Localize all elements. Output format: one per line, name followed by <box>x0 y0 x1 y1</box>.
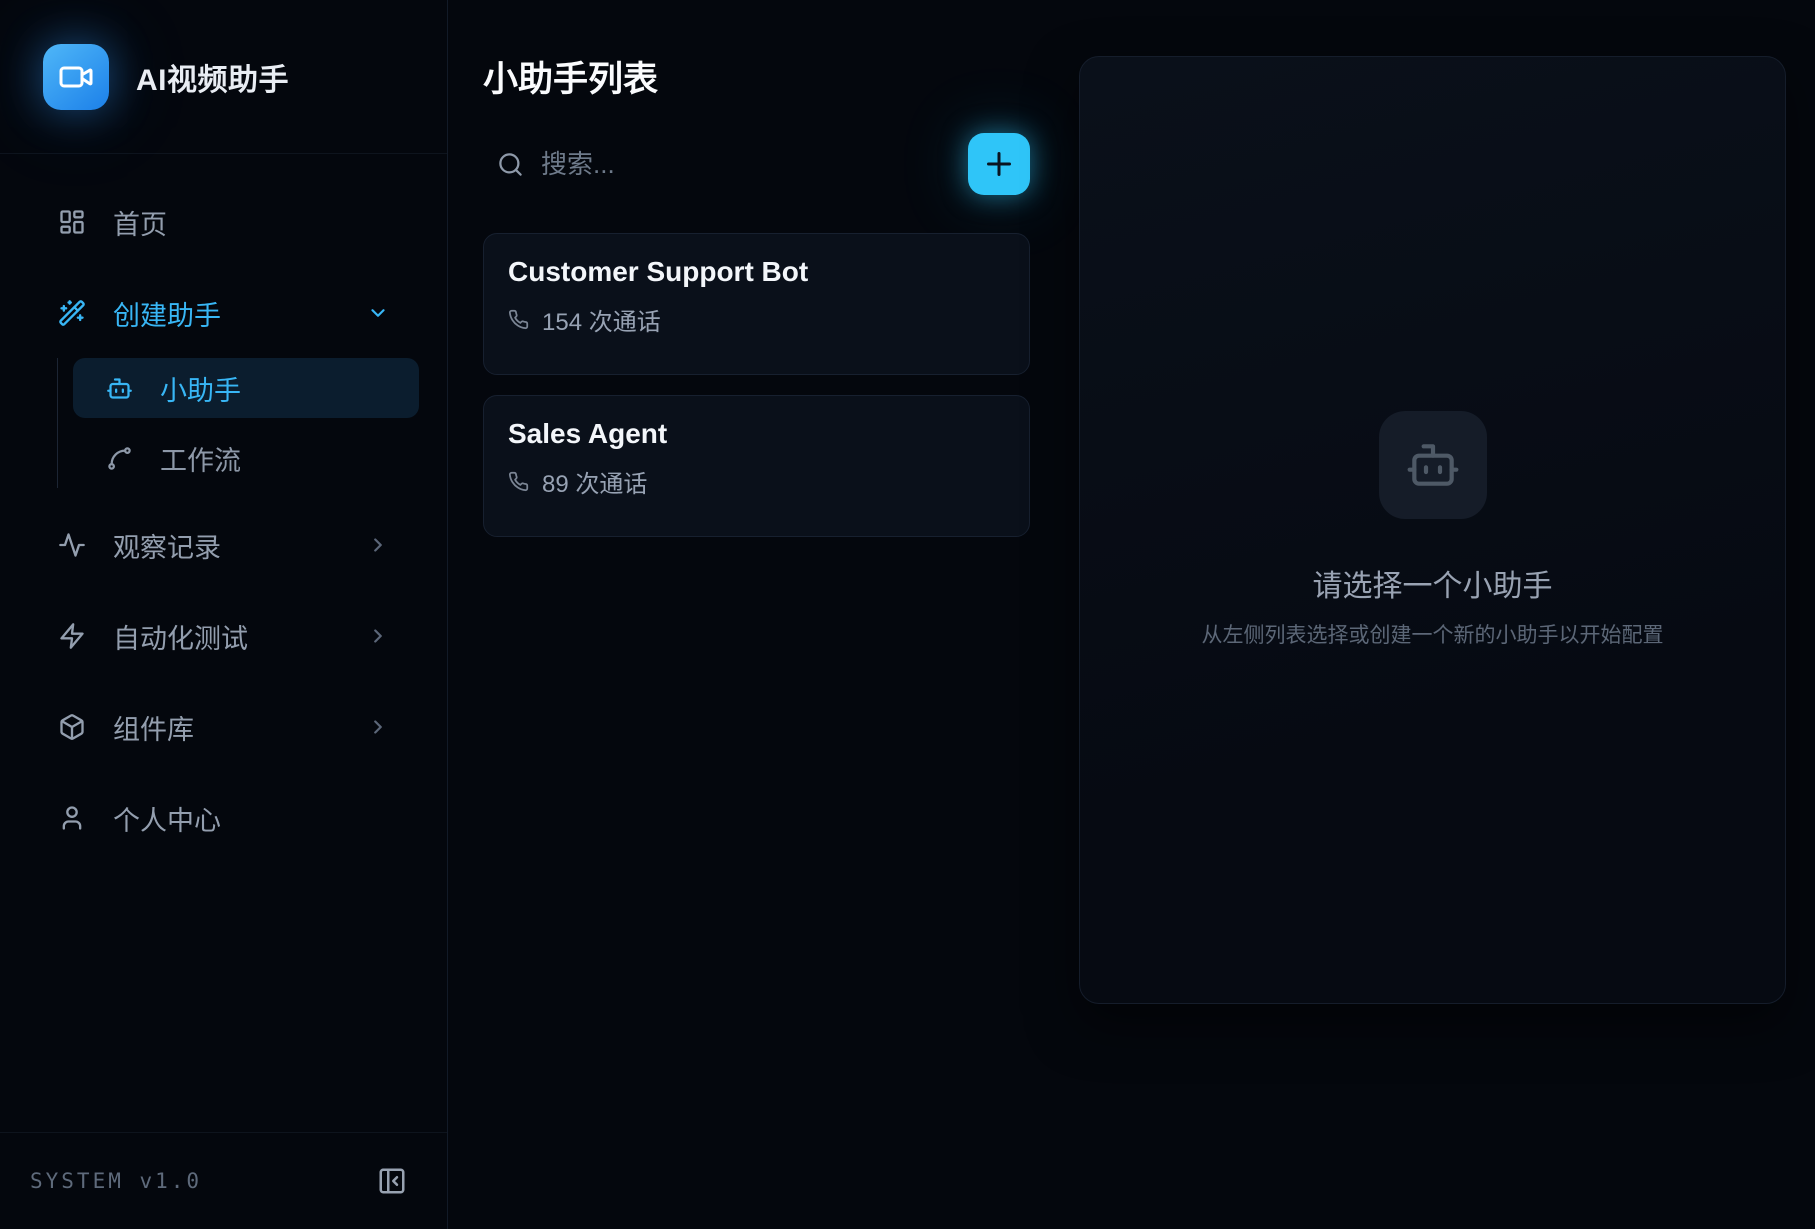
sidebar-item-label: 首页 <box>113 203 167 242</box>
sidebar-item-workflow[interactable]: 工作流 <box>73 428 419 488</box>
assistant-name: Sales Agent <box>508 418 1005 450</box>
empty-state-subtitle: 从左侧列表选择或创建一个新的小助手以开始配置 <box>1202 619 1664 649</box>
sidebar-item-assistants[interactable]: 小助手 <box>73 358 419 418</box>
calls-count-label: 154 次通话 <box>542 302 661 337</box>
phone-icon <box>508 309 529 330</box>
assistant-calls: 89 次通话 <box>508 464 1005 499</box>
calls-count-label: 89 次通话 <box>542 464 647 499</box>
empty-state: 请选择一个小助手 从左侧列表选择或创建一个新的小助手以开始配置 <box>1202 411 1664 649</box>
magic-wand-icon <box>58 299 86 327</box>
assistant-calls: 154 次通话 <box>508 302 1005 337</box>
user-icon <box>58 804 86 832</box>
assistant-list-panel: 小助手列表 Customer Support Bot 154 次通话 <box>448 0 1055 1229</box>
search-box <box>483 149 968 180</box>
sidebar-item-label: 自动化测试 <box>113 617 248 656</box>
main-content: 小助手列表 Customer Support Bot 154 次通话 <box>448 0 1815 1229</box>
panel-collapse-button[interactable] <box>377 1166 407 1196</box>
plus-icon <box>981 146 1017 182</box>
search-icon <box>497 151 524 178</box>
page-title: 小助手列表 <box>483 56 1030 103</box>
assistant-detail-panel: 请选择一个小助手 从左侧列表选择或创建一个新的小助手以开始配置 <box>1079 56 1786 1004</box>
dashboard-icon <box>58 208 86 236</box>
sidebar-item-create-assistant[interactable]: 创建助手 <box>28 283 419 343</box>
robot-icon <box>1405 437 1461 493</box>
sidebar-item-home[interactable]: 首页 <box>28 192 419 252</box>
sidebar-item-components[interactable]: 组件库 <box>28 697 419 757</box>
box-icon <box>58 713 86 741</box>
chevron-right-icon <box>367 534 389 556</box>
app-logo <box>43 44 109 110</box>
search-row <box>483 132 1030 196</box>
app-root: AI视频助手 首页 创建助手 小助手 工作流 <box>0 0 1815 1229</box>
sidebar-header: AI视频助手 <box>0 0 447 154</box>
robot-icon-tile <box>1379 411 1487 519</box>
assistant-card[interactable]: Sales Agent 89 次通话 <box>483 395 1030 537</box>
activity-icon <box>58 531 86 559</box>
sidebar-footer: SYSTEM v1.0 <box>0 1132 447 1229</box>
sidebar-item-label: 工作流 <box>160 439 241 478</box>
app-title: AI视频助手 <box>136 55 289 99</box>
sidebar-item-label: 小助手 <box>160 369 241 408</box>
assistant-card[interactable]: Customer Support Bot 154 次通话 <box>483 233 1030 375</box>
empty-state-title: 请选择一个小助手 <box>1313 561 1553 605</box>
sidebar-item-label: 个人中心 <box>113 799 221 838</box>
lightning-icon <box>58 622 86 650</box>
sidebar: AI视频助手 首页 创建助手 小助手 工作流 <box>0 0 448 1229</box>
sidebar-item-observation[interactable]: 观察记录 <box>28 515 419 575</box>
sidebar-item-automation-test[interactable]: 自动化测试 <box>28 606 419 666</box>
panel-left-close-icon <box>377 1166 407 1196</box>
workflow-spline-icon <box>106 445 133 472</box>
add-assistant-button[interactable] <box>968 133 1030 195</box>
assistant-name: Customer Support Bot <box>508 256 1005 288</box>
chevron-right-icon <box>367 716 389 738</box>
sidebar-item-profile[interactable]: 个人中心 <box>28 788 419 848</box>
chevron-down-icon <box>367 302 389 324</box>
system-version: SYSTEM v1.0 <box>30 1169 202 1193</box>
sidebar-item-label: 组件库 <box>113 708 194 747</box>
sidebar-item-label: 观察记录 <box>113 526 221 565</box>
video-camera-icon <box>58 59 94 95</box>
sidebar-submenu: 小助手 工作流 <box>57 358 419 488</box>
assistant-cards: Customer Support Bot 154 次通话 Sales Agent… <box>483 233 1030 537</box>
sidebar-nav: 首页 创建助手 小助手 工作流 观察记录 <box>0 154 447 1132</box>
sidebar-item-label: 创建助手 <box>113 294 221 333</box>
chevron-right-icon <box>367 625 389 647</box>
phone-icon <box>508 471 529 492</box>
robot-icon <box>106 375 133 402</box>
search-input[interactable] <box>541 149 968 180</box>
